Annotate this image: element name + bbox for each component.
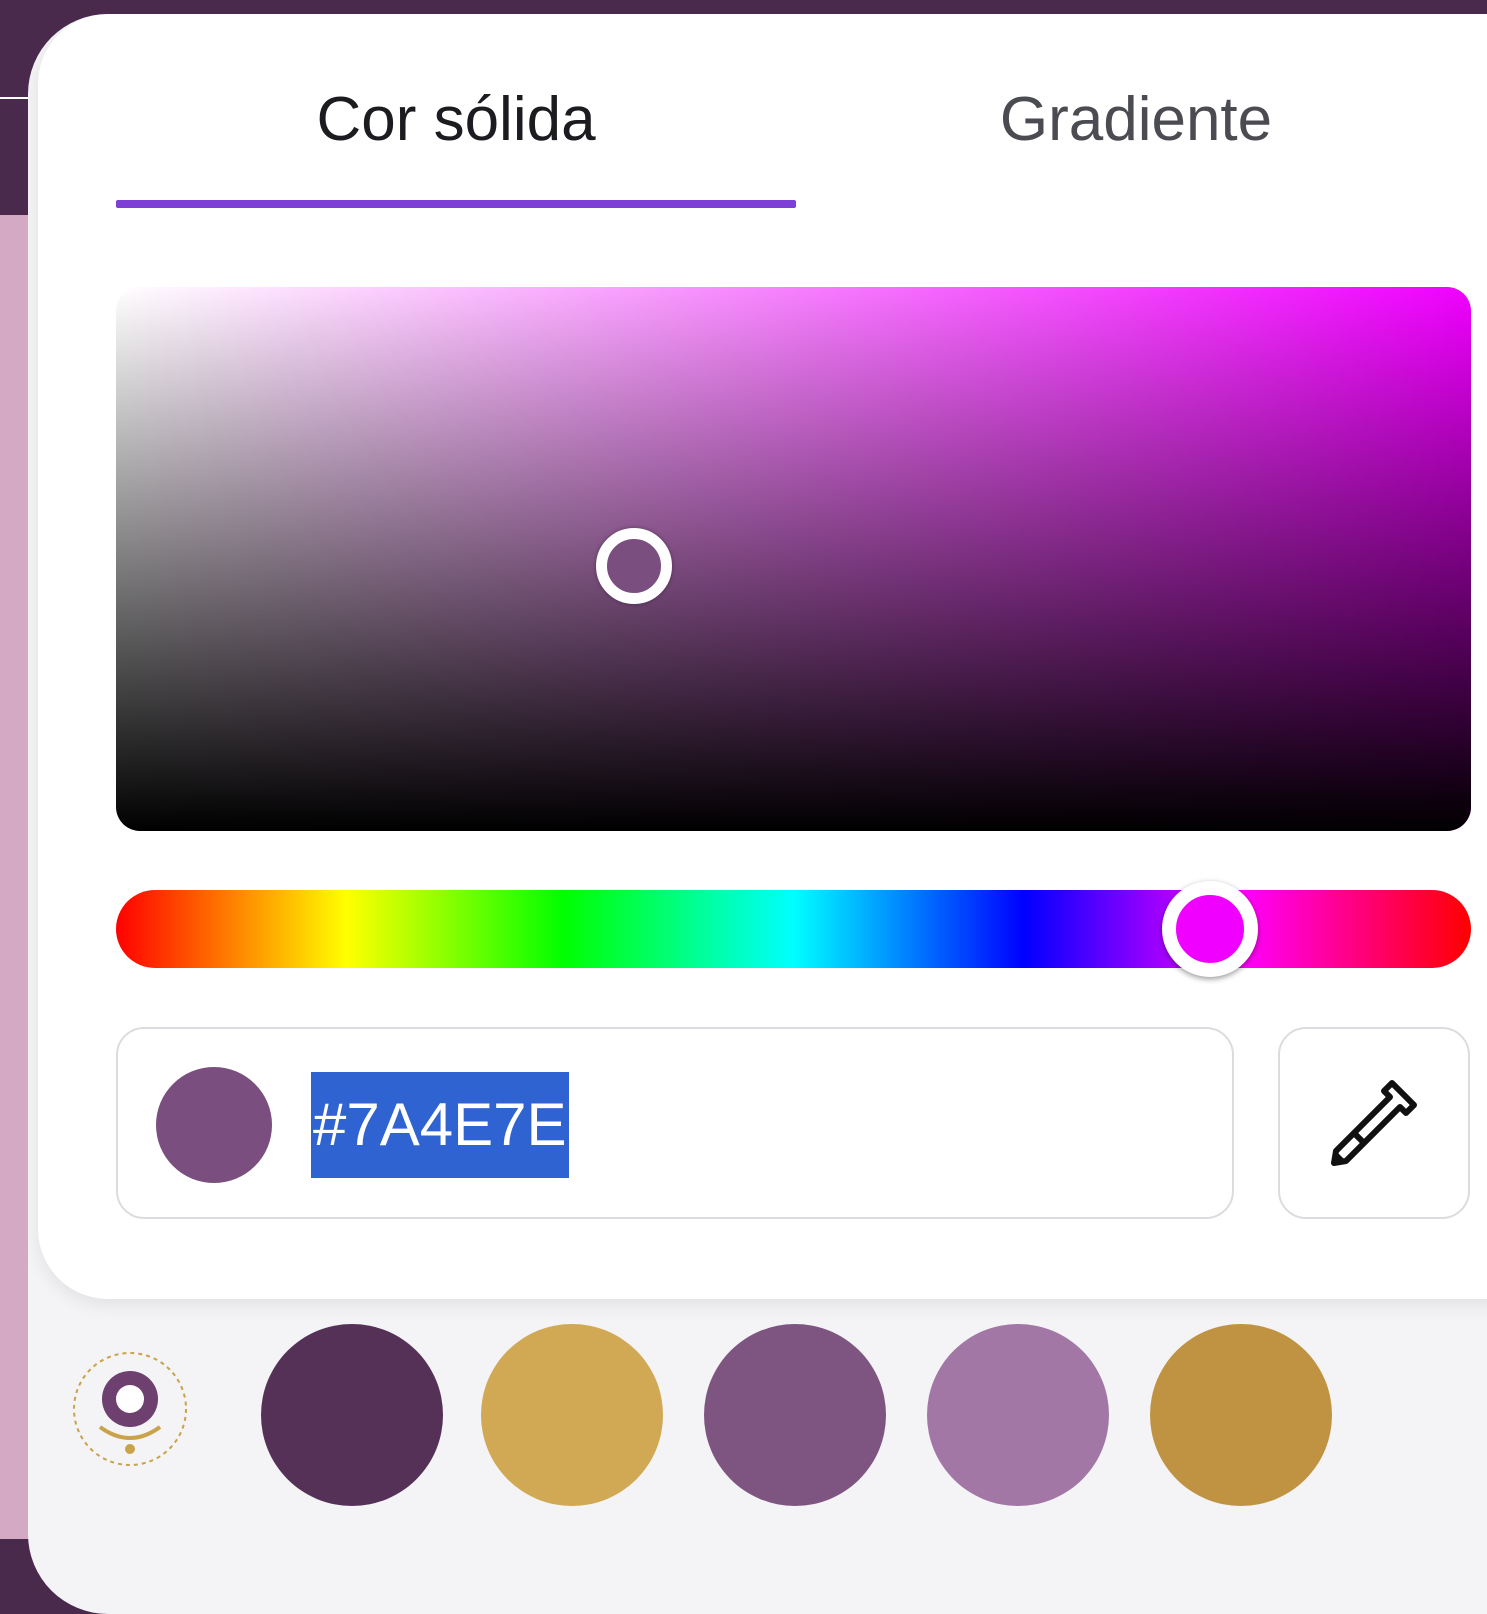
brand-color-palette: [28, 1309, 1487, 1529]
palette-swatch[interactable]: [481, 1324, 663, 1506]
palette-swatch[interactable]: [261, 1324, 443, 1506]
palette-swatch[interactable]: [704, 1324, 886, 1506]
tab-solid-color[interactable]: Cor sólida: [116, 69, 796, 169]
hue-slider[interactable]: [116, 881, 1471, 977]
current-color-swatch: [156, 1067, 272, 1183]
palette-swatch[interactable]: [927, 1324, 1109, 1506]
tab-gradient[interactable]: Gradiente: [796, 69, 1476, 169]
saturation-value-shade: [116, 287, 1471, 831]
color-picker-panel: Cor sólida Gradiente #7A4E7E: [28, 14, 1487, 1614]
color-picker-card: Cor sólida Gradiente #7A4E7E: [38, 14, 1487, 1299]
hex-color-value[interactable]: #7A4E7E: [311, 1072, 569, 1178]
eyedropper-button[interactable]: [1278, 1027, 1470, 1219]
hex-color-field[interactable]: #7A4E7E: [116, 1027, 1234, 1219]
saturation-value-field[interactable]: [116, 287, 1471, 831]
brand-logo: [70, 1349, 190, 1489]
saturation-value-handle[interactable]: [596, 528, 672, 604]
palette-swatch[interactable]: [1150, 1324, 1332, 1506]
active-tab-indicator: [116, 200, 796, 208]
eyedropper-icon: [1331, 1080, 1417, 1166]
hue-slider-handle[interactable]: [1162, 881, 1258, 977]
